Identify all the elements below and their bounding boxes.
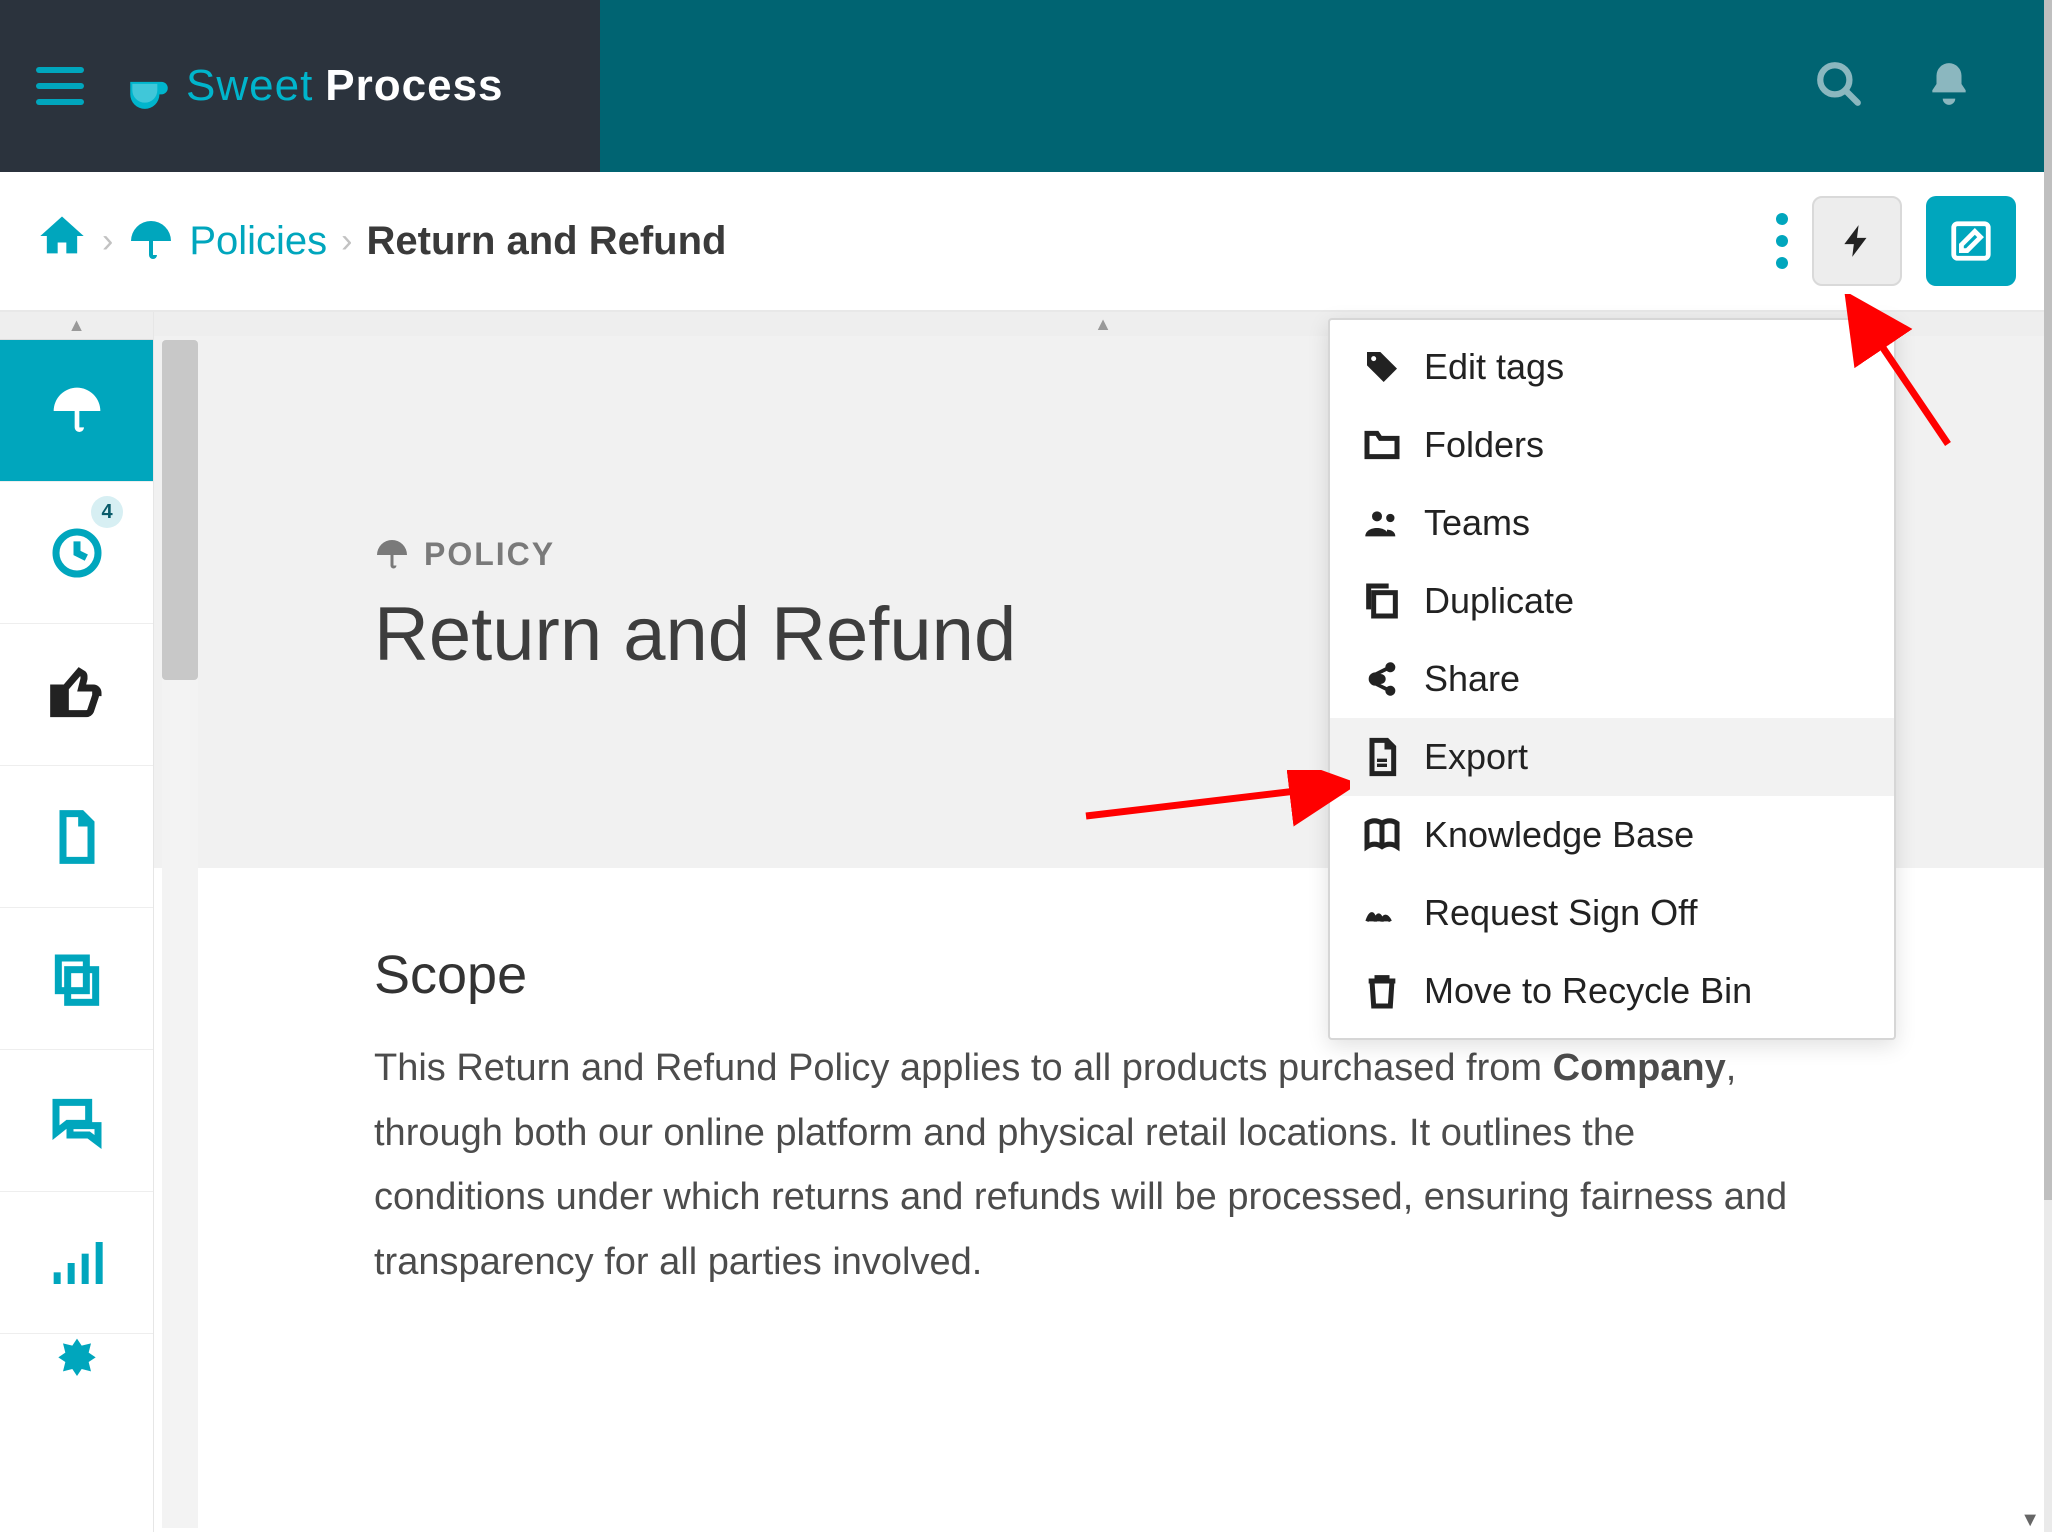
sidebar-badge: 4 — [91, 496, 123, 528]
menu-teams[interactable]: Teams — [1330, 484, 1894, 562]
menu-edit-tags[interactable]: Edit tags — [1330, 328, 1894, 406]
file-icon — [49, 809, 105, 865]
sidebar-item-settings[interactable] — [0, 1334, 153, 1394]
menu-request-sign-off[interactable]: Request Sign Off — [1330, 874, 1894, 952]
share-icon — [1362, 659, 1402, 699]
left-sidebar: ▲ 4 — [0, 312, 154, 1532]
menu-label: Folders — [1424, 424, 1544, 466]
sidebar-item-approve[interactable] — [0, 624, 153, 766]
sidebar-item-policies[interactable] — [0, 340, 153, 482]
menu-toggle-button[interactable] — [36, 67, 84, 105]
thumbs-up-icon — [49, 667, 105, 723]
notifications-button[interactable] — [1924, 59, 1974, 114]
header-right — [600, 0, 2044, 172]
copy-icon — [49, 951, 105, 1007]
more-options-button[interactable] — [1776, 213, 1788, 269]
actions-menu-button[interactable] — [1812, 196, 1902, 286]
umbrella-icon — [127, 217, 175, 265]
inner-scrollbar[interactable] — [162, 340, 198, 1528]
menu-label: Duplicate — [1424, 580, 1574, 622]
toolbar-actions — [1776, 196, 2016, 286]
menu-label: Share — [1424, 658, 1520, 700]
umbrella-icon — [374, 537, 410, 573]
sidebar-item-analytics[interactable] — [0, 1192, 153, 1334]
sidebar-item-chat[interactable] — [0, 1050, 153, 1192]
search-button[interactable] — [1814, 59, 1864, 114]
menu-label: Edit tags — [1424, 346, 1564, 388]
page-scrollbar[interactable] — [2044, 0, 2052, 1532]
clock-icon — [49, 525, 105, 581]
menu-folders[interactable]: Folders — [1330, 406, 1894, 484]
cup-icon — [124, 61, 174, 111]
edit-button[interactable] — [1926, 196, 2016, 286]
main-scroll-down[interactable]: ▼ — [2020, 1509, 2040, 1532]
scope-bold: Company — [1553, 1047, 1726, 1089]
menu-knowledge-base[interactable]: Knowledge Base — [1330, 796, 1894, 874]
menu-label: Request Sign Off — [1424, 892, 1698, 934]
folder-icon — [1362, 425, 1402, 465]
trash-icon — [1362, 971, 1402, 1011]
duplicate-icon — [1362, 581, 1402, 621]
breadcrumb-sep: › — [341, 222, 352, 261]
menu-export[interactable]: Export — [1330, 718, 1894, 796]
teams-icon — [1362, 503, 1402, 543]
sidebar-item-copies[interactable] — [0, 908, 153, 1050]
signal-icon — [49, 1235, 105, 1291]
badge-icon — [49, 1334, 105, 1390]
bell-icon — [1924, 59, 1974, 109]
breadcrumb-current: Return and Refund — [367, 219, 727, 264]
signature-icon — [1362, 893, 1402, 933]
chat-icon — [49, 1093, 105, 1149]
tag-icon — [1362, 347, 1402, 387]
page-scrollbar-thumb[interactable] — [2044, 0, 2052, 1200]
scope-paragraph: This Return and Refund Policy applies to… — [374, 1036, 1794, 1294]
actions-dropdown: Edit tags Folders Teams Duplicate Share … — [1328, 318, 1896, 1040]
app-header: SweetProcess — [0, 0, 2044, 172]
menu-label: Move to Recycle Bin — [1424, 970, 1752, 1012]
menu-label: Teams — [1424, 502, 1530, 544]
menu-duplicate[interactable]: Duplicate — [1330, 562, 1894, 640]
page-toolbar: › Policies › Return and Refund — [0, 172, 2044, 312]
menu-label: Knowledge Base — [1424, 814, 1694, 856]
scope-text-a: This Return and Refund Policy applies to… — [374, 1047, 1553, 1089]
breadcrumb-home[interactable] — [36, 210, 88, 272]
hero-eyebrow-text: POLICY — [424, 536, 555, 573]
breadcrumb-policies-label: Policies — [189, 219, 327, 264]
breadcrumb-policies[interactable]: Policies — [127, 217, 327, 265]
breadcrumb-sep: › — [102, 222, 113, 261]
menu-move-recycle[interactable]: Move to Recycle Bin — [1330, 952, 1894, 1030]
inner-scrollbar-thumb[interactable] — [162, 340, 198, 680]
logo-text-a: Sweet — [186, 61, 313, 111]
sidebar-item-document[interactable] — [0, 766, 153, 908]
app-logo[interactable]: SweetProcess — [124, 61, 504, 111]
breadcrumb: › Policies › Return and Refund — [36, 210, 726, 272]
home-icon — [36, 210, 88, 262]
menu-label: Export — [1424, 736, 1528, 778]
header-left: SweetProcess — [0, 0, 600, 172]
pdf-icon — [1362, 737, 1402, 777]
sidebar-item-activity[interactable]: 4 — [0, 482, 153, 624]
logo-text-b: Process — [325, 61, 503, 111]
bolt-icon — [1838, 216, 1876, 266]
menu-share[interactable]: Share — [1330, 640, 1894, 718]
umbrella-icon — [49, 383, 105, 439]
search-icon — [1814, 59, 1864, 109]
book-icon — [1362, 815, 1402, 855]
edit-icon — [1948, 218, 1994, 264]
sidebar-scroll-up[interactable]: ▲ — [0, 312, 153, 340]
